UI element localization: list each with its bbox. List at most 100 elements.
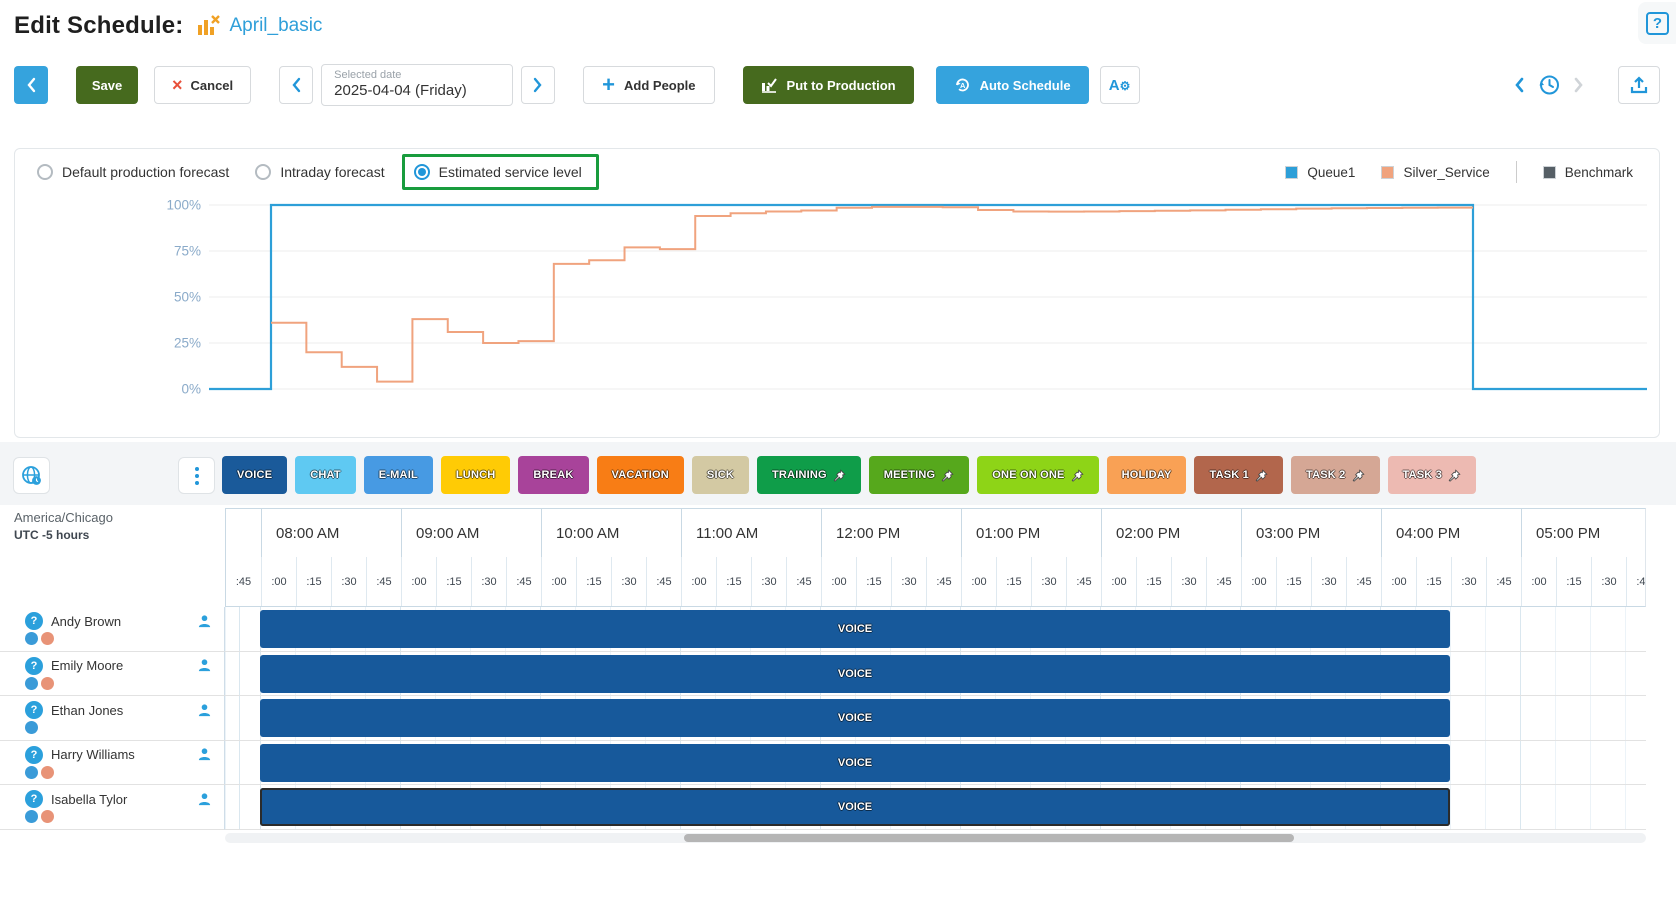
help-button[interactable]: ? xyxy=(1638,2,1676,44)
back-button[interactable] xyxy=(14,66,48,104)
undo-chevron-button[interactable] xyxy=(1514,77,1524,93)
legend-item-silver_service[interactable]: Silver_Service xyxy=(1381,165,1489,180)
minute-tick-label: :30 xyxy=(1451,557,1486,606)
pin-icon xyxy=(941,469,954,482)
activity-button-chat[interactable]: CHAT xyxy=(295,456,356,494)
activity-button-break[interactable]: BREAK xyxy=(518,456,588,494)
forecast-option-default-production-forecast[interactable]: Default production forecast xyxy=(37,164,229,180)
activity-button-holiday[interactable]: HOLIDAY xyxy=(1107,456,1187,494)
person-icon[interactable] xyxy=(197,792,212,807)
shift-bar-label: VOICE xyxy=(838,757,872,769)
plus-icon: + xyxy=(602,74,615,96)
minute-tick-label: :45 xyxy=(1066,557,1101,606)
previous-date-button[interactable] xyxy=(279,66,313,104)
employee-timeline[interactable]: VOICE xyxy=(225,607,1646,652)
redo-chevron-button[interactable] xyxy=(1574,77,1584,93)
schedule-name-link[interactable]: April_basic xyxy=(230,15,323,37)
radio-icon[interactable] xyxy=(255,164,271,180)
employee-name-cell[interactable]: ?Andy Brown xyxy=(0,607,225,652)
person-icon[interactable] xyxy=(197,747,212,762)
employee-name: Emily Moore xyxy=(51,658,123,673)
pin-icon xyxy=(1071,469,1084,482)
export-button[interactable] xyxy=(1618,66,1660,104)
employee-name-cell[interactable]: ?Harry Williams xyxy=(0,741,225,786)
minute-tick-label: :45 xyxy=(1486,557,1521,606)
employee-name-cell[interactable]: ?Ethan Jones xyxy=(0,696,225,741)
svg-text:A: A xyxy=(960,81,966,90)
activity-button-sick[interactable]: SICK xyxy=(692,456,749,494)
forecast-option-estimated-service-level[interactable]: Estimated service level xyxy=(402,154,599,190)
employee-timeline[interactable]: VOICE xyxy=(225,741,1646,786)
auto-schedule-icon: A xyxy=(954,77,971,93)
activity-label: LUNCH xyxy=(456,469,496,481)
minute-tick-label: :00 xyxy=(681,557,716,606)
radio-icon[interactable] xyxy=(414,164,430,180)
activity-label: TRAINING xyxy=(772,469,827,481)
employee-info-icon[interactable]: ? xyxy=(25,746,43,764)
history-clock-icon[interactable] xyxy=(1536,72,1562,98)
scrollbar-thumb[interactable] xyxy=(684,834,1294,842)
shift-bar-voice[interactable]: VOICE xyxy=(260,744,1450,782)
legend-item-benchmark[interactable]: Benchmark xyxy=(1543,165,1633,180)
employee-info-icon[interactable]: ? xyxy=(25,657,43,675)
a-gear-icon: A⚙ xyxy=(1109,77,1131,94)
timezone-globe-button[interactable] xyxy=(13,457,50,494)
activity-button-e-mail[interactable]: E-MAIL xyxy=(364,456,433,494)
minute-tick-label: :15 xyxy=(1136,557,1171,606)
radio-icon[interactable] xyxy=(37,164,53,180)
activities-menu-button[interactable] xyxy=(178,457,215,494)
date-picker[interactable]: Selected date 2025-04-04 (Friday) xyxy=(321,64,513,106)
person-icon[interactable] xyxy=(197,703,212,718)
activity-settings-button[interactable]: A⚙ xyxy=(1100,66,1140,104)
shift-bar-voice[interactable]: VOICE xyxy=(260,788,1450,826)
auto-schedule-button[interactable]: A Auto Schedule xyxy=(936,66,1089,104)
next-date-button[interactable] xyxy=(521,66,555,104)
minute-tick-label: :00 xyxy=(1381,557,1416,606)
forecast-option-intraday-forecast[interactable]: Intraday forecast xyxy=(255,164,384,180)
service-level-chart: 100%75%50%25%0% xyxy=(15,195,1659,437)
employee-timeline[interactable]: VOICE xyxy=(225,696,1646,741)
shift-bar-voice[interactable]: VOICE xyxy=(260,699,1450,737)
person-icon[interactable] xyxy=(197,658,212,673)
skill-dot xyxy=(25,721,38,734)
employee-timeline[interactable]: VOICE xyxy=(225,652,1646,697)
employee-info-icon[interactable]: ? xyxy=(25,612,43,630)
employee-timeline[interactable]: VOICE xyxy=(225,785,1646,830)
pin-icon xyxy=(1352,469,1365,482)
activity-label: ONE ON ONE xyxy=(992,469,1064,481)
minute-tick-label: :45 xyxy=(1626,557,1646,606)
activity-button-meeting[interactable]: MEETING xyxy=(869,456,970,494)
activity-button-training[interactable]: TRAINING xyxy=(757,456,861,494)
activity-button-lunch[interactable]: LUNCH xyxy=(441,456,511,494)
legend-item-queue1[interactable]: Queue1 xyxy=(1285,165,1355,180)
add-people-button[interactable]: + Add People xyxy=(583,66,714,104)
employee-row: ? Emily Moore VOICE xyxy=(0,652,1646,697)
activity-button-one-on-one[interactable]: ONE ON ONE xyxy=(977,456,1098,494)
employee-name-cell[interactable]: ? Emily Moore xyxy=(0,652,225,697)
employee-name-cell[interactable]: ?Isabella Tylor xyxy=(0,785,225,830)
legend-swatch xyxy=(1543,166,1556,179)
pin-icon xyxy=(1448,469,1461,482)
employee-info-icon[interactable]: ? xyxy=(25,790,43,808)
cancel-button[interactable]: × Cancel xyxy=(154,66,251,104)
person-icon[interactable] xyxy=(197,614,212,629)
employee-info-icon[interactable]: ? xyxy=(25,701,43,719)
activity-label: TASK 3 xyxy=(1403,469,1443,481)
y-tick-label: 25% xyxy=(174,336,201,351)
activity-button-task-1[interactable]: TASK 1 xyxy=(1194,456,1283,494)
activity-button-voice[interactable]: VOICE xyxy=(222,456,287,494)
save-button[interactable]: Save xyxy=(76,66,138,104)
activity-button-task-2[interactable]: TASK 2 xyxy=(1291,456,1380,494)
activity-label: SICK xyxy=(707,469,734,481)
minute-tick-label: :45 xyxy=(226,557,261,606)
activity-button-task-3[interactable]: TASK 3 xyxy=(1388,456,1477,494)
y-tick-label: 75% xyxy=(174,244,201,259)
put-to-production-button[interactable]: Put to Production xyxy=(743,66,914,104)
hour-label: 11:00 AM xyxy=(681,509,821,557)
legend-label: Silver_Service xyxy=(1403,165,1489,180)
minute-tick-label: :45 xyxy=(646,557,681,606)
shift-bar-voice[interactable]: VOICE xyxy=(260,610,1450,648)
activity-button-vacation[interactable]: VACATION xyxy=(597,456,684,494)
shift-bar-voice[interactable]: VOICE xyxy=(260,655,1450,693)
activity-label: TASK 2 xyxy=(1306,469,1346,481)
